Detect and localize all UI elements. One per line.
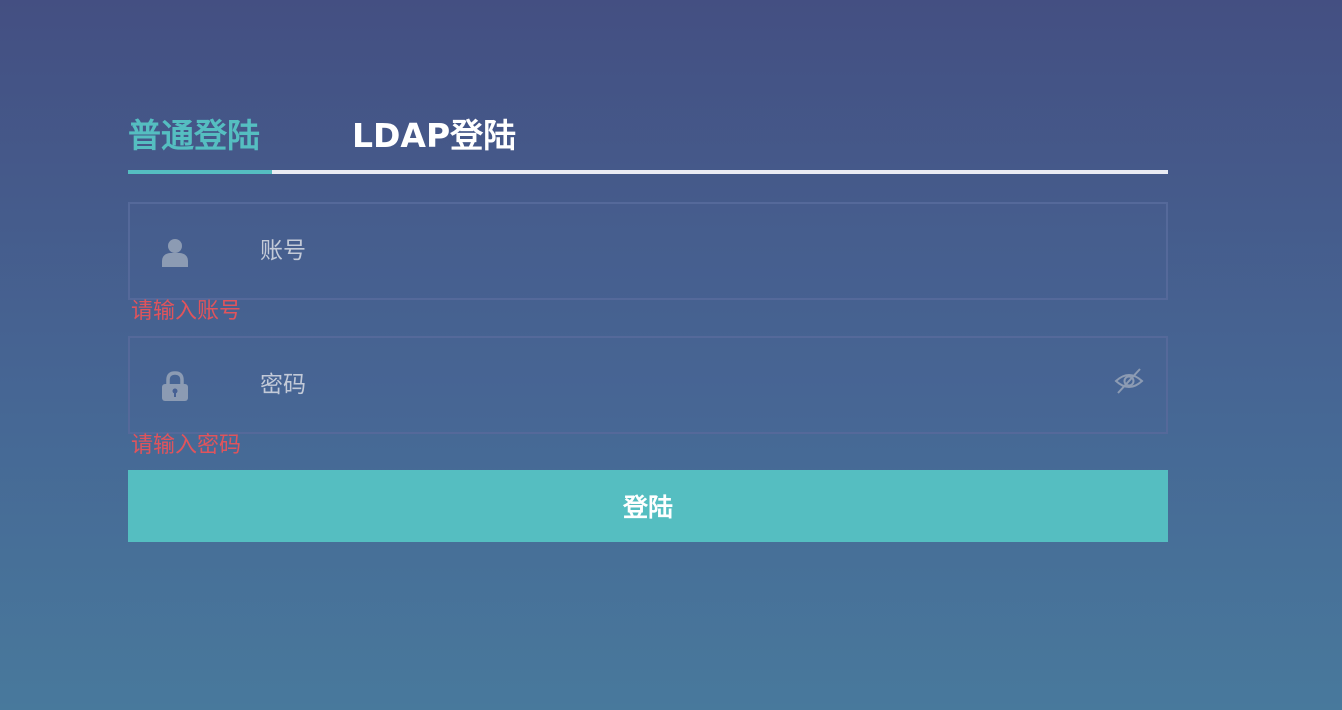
tab-divider: [128, 170, 1168, 174]
login-panel: 普通登陆 LDAP登陆 请输入账号 请输入密码 登陆: [128, 108, 1168, 542]
eye-slash-icon[interactable]: [1114, 366, 1144, 396]
username-input[interactable]: [260, 204, 1100, 298]
login-button[interactable]: 登陆: [128, 470, 1168, 542]
active-tab-indicator: [128, 170, 272, 174]
password-field[interactable]: [128, 336, 1168, 434]
tab-normal-login[interactable]: 普通登陆: [128, 116, 260, 156]
login-tabs: 普通登陆 LDAP登陆: [128, 108, 1168, 174]
lock-icon: [162, 371, 188, 401]
password-input[interactable]: [260, 338, 1100, 432]
username-error: 请输入账号: [131, 299, 242, 324]
tab-ldap-login[interactable]: LDAP登陆: [352, 116, 516, 156]
username-field[interactable]: [128, 202, 1168, 300]
user-icon: [162, 239, 188, 267]
password-error: 请输入密码: [131, 433, 242, 458]
